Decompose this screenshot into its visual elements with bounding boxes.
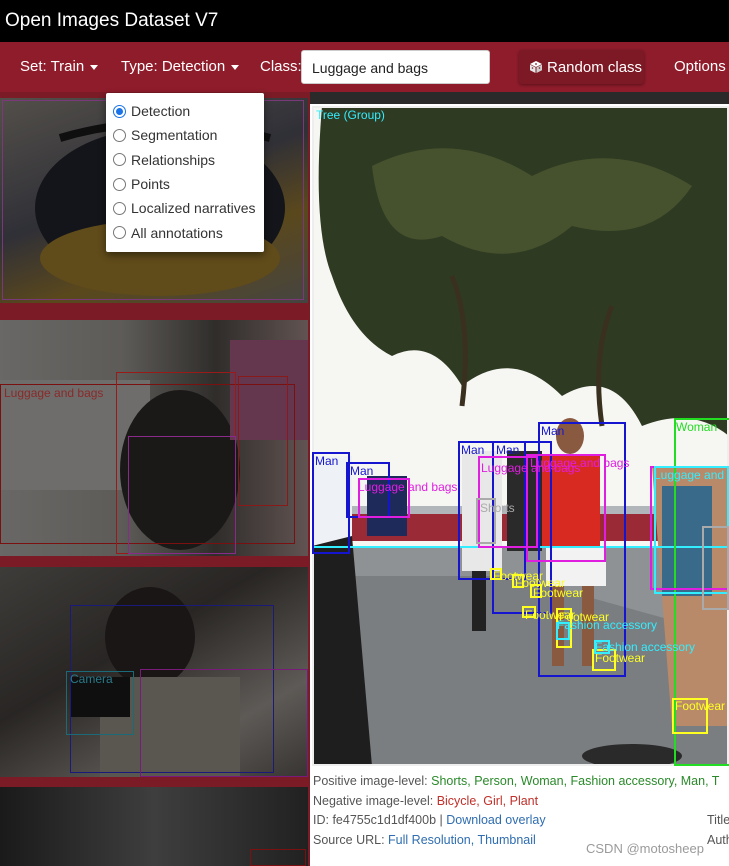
app-title: Open Images Dataset V7 bbox=[5, 10, 219, 31]
bbox-label: Luggage and bags bbox=[4, 386, 104, 400]
bbox-label: Man bbox=[350, 464, 374, 478]
author-label: Auth bbox=[707, 832, 729, 847]
bbox-label: Man bbox=[496, 443, 520, 457]
type-option-label: Points bbox=[131, 176, 170, 193]
options-dropdown-label: Options bbox=[674, 58, 726, 75]
thumbnail-photographer[interactable]: Camera bbox=[0, 567, 308, 777]
bbox-label: Camera bbox=[70, 672, 113, 686]
image-id: ID: fe4755c1d1df400b | bbox=[313, 813, 443, 827]
negative-labels-values: Bicycle, Girl, Plant bbox=[436, 793, 539, 808]
radio-icon[interactable] bbox=[113, 128, 126, 142]
type-option-segmentation[interactable]: Segmentation bbox=[106, 123, 264, 147]
type-dropdown-label: Type: Detection bbox=[121, 58, 226, 75]
bbox-label: Footwear bbox=[675, 699, 726, 713]
negative-labels-title: Negative image-level: bbox=[313, 793, 434, 808]
bbox-luggage-3[interactable] bbox=[526, 454, 606, 562]
random-class-label: Random class bbox=[547, 59, 643, 76]
bbox bbox=[250, 849, 306, 866]
thumbnail-train[interactable] bbox=[0, 787, 308, 866]
radio-icon[interactable] bbox=[113, 177, 126, 191]
set-dropdown-label: Set: Train bbox=[20, 58, 85, 75]
bbox-label: Woman bbox=[676, 420, 718, 434]
bbox-label: Man bbox=[541, 424, 565, 438]
set-dropdown[interactable]: Set: Train bbox=[20, 58, 99, 75]
navbar: Set: Train Type: Detection Class: Luggag… bbox=[0, 42, 729, 92]
type-option-label: Localized narratives bbox=[131, 200, 256, 217]
id-row: ID: fe4755c1d1df400b | Download overlay T… bbox=[313, 811, 729, 831]
options-dropdown[interactable]: Options bbox=[674, 58, 729, 75]
type-option-points[interactable]: Points bbox=[106, 172, 264, 196]
source-url-links[interactable]: Full Resolution, Thumbnail bbox=[388, 833, 536, 847]
app-header: Open Images Dataset V7 bbox=[0, 0, 729, 42]
class-input[interactable]: Luggage and bags bbox=[301, 50, 490, 84]
bbox-label: Man bbox=[461, 443, 485, 457]
type-option-label: All annotations bbox=[131, 224, 223, 241]
download-overlay-link[interactable]: Download overlay bbox=[446, 813, 545, 827]
bbox-label: Fashion accessory bbox=[557, 618, 658, 632]
app-root: Open Images Dataset V7 Set: Train Type: … bbox=[0, 0, 729, 866]
bbox-label: Shorts bbox=[480, 501, 515, 515]
radio-icon[interactable] bbox=[113, 153, 126, 167]
radio-checked-icon[interactable] bbox=[113, 104, 126, 118]
positive-labels-values: Shorts, Person, Woman, Fashion accessory… bbox=[431, 774, 720, 788]
type-option-localized-narratives[interactable]: Localized narratives bbox=[106, 196, 264, 220]
type-dropdown[interactable]: Type: Detection bbox=[121, 58, 240, 75]
dice-icon bbox=[530, 61, 542, 73]
bbox-tree[interactable] bbox=[312, 106, 729, 766]
chevron-down-icon bbox=[231, 64, 240, 70]
bbox-label: Fashion accessory bbox=[595, 640, 696, 654]
bbox-label: Man bbox=[315, 454, 339, 468]
chevron-down-icon bbox=[90, 64, 99, 70]
type-option-label: Segmentation bbox=[131, 127, 218, 144]
positive-labels-title: Positive image-level: bbox=[313, 774, 428, 788]
bbox bbox=[128, 436, 236, 554]
bbox-label: Footwear bbox=[533, 586, 584, 600]
bbox bbox=[140, 669, 308, 777]
bbox-gray[interactable] bbox=[702, 526, 729, 610]
negative-labels-row: Negative image-level: Bicycle, Girl, Pla… bbox=[313, 792, 729, 812]
radio-icon[interactable] bbox=[113, 226, 126, 240]
type-option-label: Relationships bbox=[131, 151, 216, 168]
type-option-label: Detection bbox=[131, 103, 191, 120]
bbox-label-tree: Tree (Group) bbox=[316, 108, 385, 122]
image-detail-panel: Tree (Group) Man Man Man Man Man Woman L… bbox=[310, 104, 729, 866]
class-label: Class: bbox=[260, 58, 302, 75]
random-class-button[interactable]: Random class bbox=[519, 50, 644, 84]
type-option-all-annotations[interactable]: All annotations bbox=[106, 220, 264, 244]
type-option-detection[interactable]: Detection bbox=[106, 99, 264, 123]
type-dropdown-menu: Detection Segmentation Relationships Poi… bbox=[106, 93, 264, 252]
watermark: CSDN @motosheep bbox=[586, 841, 704, 856]
positive-labels-row: Positive image-level: Shorts, Person, Wo… bbox=[313, 772, 729, 792]
thumbnail-street[interactable]: Luggage and bags bbox=[0, 320, 308, 556]
annotated-image[interactable]: Tree (Group) Man Man Man Man Man Woman L… bbox=[312, 106, 729, 766]
bbox-label: Luggage and bags bbox=[358, 480, 458, 494]
title-label: Title bbox=[707, 813, 729, 827]
type-option-relationships[interactable]: Relationships bbox=[106, 148, 264, 172]
bbox-label: Luggage and bags bbox=[530, 456, 630, 470]
bbox bbox=[238, 376, 288, 506]
radio-icon[interactable] bbox=[113, 201, 126, 215]
source-url-title: Source URL: bbox=[313, 832, 385, 847]
